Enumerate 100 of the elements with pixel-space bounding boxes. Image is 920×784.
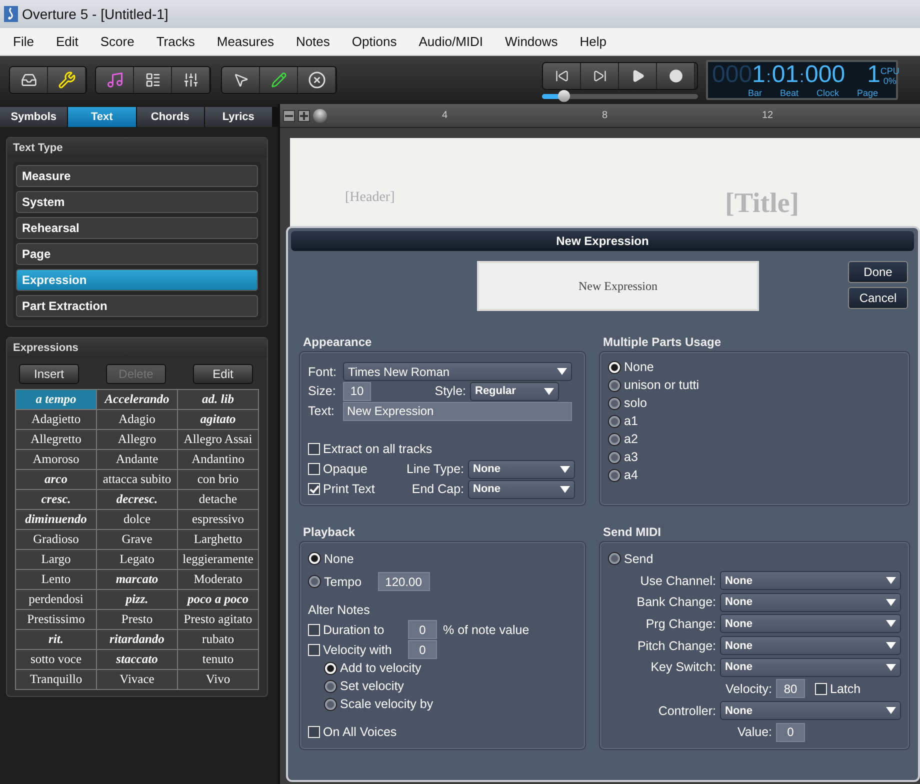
menu-item[interactable]: Tracks xyxy=(145,34,206,49)
checkbox-icon[interactable] xyxy=(308,483,320,495)
text-type-item[interactable]: Page xyxy=(16,243,258,265)
expression-cell[interactable]: Presto xyxy=(97,610,178,630)
menu-item[interactable]: Edit xyxy=(44,34,90,49)
expression-cell[interactable]: decresc. xyxy=(97,490,178,510)
radio-button[interactable]: Set velocity xyxy=(324,677,577,696)
tempo-field[interactable]: 120.00 xyxy=(378,572,430,592)
dropdown[interactable]: None xyxy=(468,480,575,498)
text-type-item[interactable]: Part Extraction xyxy=(16,295,258,317)
palette-tab[interactable]: Lyrics xyxy=(204,107,272,127)
forward-button[interactable] xyxy=(581,62,619,88)
radio-icon[interactable] xyxy=(608,552,621,566)
radio-icon[interactable] xyxy=(608,378,621,392)
radio-button[interactable]: Send xyxy=(608,550,654,568)
palette-tab[interactable]: Symbols xyxy=(0,107,68,127)
expression-cell[interactable]: a tempo xyxy=(16,390,97,410)
expression-cell[interactable]: perdendosi xyxy=(16,590,97,610)
panel-button[interactable]: Insert xyxy=(19,364,79,384)
dropdown[interactable]: None xyxy=(720,658,901,677)
expression-cell[interactable]: Vivo xyxy=(178,670,259,690)
expression-cell[interactable]: Larghetto xyxy=(178,530,259,550)
radio-icon[interactable] xyxy=(608,468,621,482)
mixer-button[interactable] xyxy=(172,67,210,93)
checkbox[interactable]: Extract on all tracks xyxy=(308,439,432,459)
menu-item[interactable]: Measures xyxy=(206,34,285,49)
number-field[interactable]: 0 xyxy=(776,722,805,742)
expression-cell[interactable]: Andantino xyxy=(178,450,259,470)
expression-cell[interactable]: cresc. xyxy=(16,490,97,510)
checkbox-icon[interactable] xyxy=(308,726,320,738)
menu-item[interactable]: Options xyxy=(340,34,408,49)
expression-cell[interactable]: detache xyxy=(178,490,259,510)
checkbox-icon[interactable] xyxy=(308,624,320,636)
checkbox-icon[interactable] xyxy=(308,644,320,656)
expression-cell[interactable]: sotto voce xyxy=(16,650,97,670)
radio-button[interactable]: Add to velocity xyxy=(324,660,577,678)
menu-item[interactable]: Score xyxy=(89,34,146,49)
pencil-tool-button[interactable] xyxy=(260,67,298,93)
checkbox-icon[interactable] xyxy=(815,682,827,695)
expression-cell[interactable]: Presto agitato xyxy=(178,610,259,630)
dropdown[interactable]: None xyxy=(720,701,901,720)
expression-cell[interactable]: poco a poco xyxy=(178,590,259,610)
expression-cell[interactable]: arco xyxy=(16,470,97,490)
expression-cell[interactable]: pizz. xyxy=(97,590,178,610)
expression-cell[interactable]: Accelerando xyxy=(97,390,178,410)
radio-icon[interactable] xyxy=(308,552,321,566)
expression-cell[interactable]: Lento xyxy=(16,570,97,590)
menu-item[interactable]: File xyxy=(2,34,45,49)
note-button[interactable] xyxy=(96,67,134,93)
checkbox-icon[interactable] xyxy=(308,463,320,475)
palette-tab[interactable]: Chords xyxy=(136,107,204,127)
expression-cell[interactable]: diminuendo xyxy=(16,510,97,530)
radio-button[interactable]: None xyxy=(608,358,901,376)
expression-cell[interactable]: Adagietto xyxy=(16,410,97,430)
dialog-button[interactable]: Done xyxy=(848,261,908,283)
text-field[interactable]: New Expression xyxy=(343,402,572,421)
expression-cell[interactable]: attacca subito xyxy=(97,470,178,490)
radio-icon[interactable] xyxy=(608,450,621,464)
radio-button[interactable]: a2 xyxy=(608,430,901,448)
checkbox-icon[interactable] xyxy=(308,443,320,455)
radio-button[interactable]: Scale velocity by xyxy=(324,695,577,714)
expression-cell[interactable]: con brio xyxy=(178,470,259,490)
record-button[interactable] xyxy=(657,62,695,88)
zoom-knob[interactable] xyxy=(313,108,327,122)
radio-button[interactable]: solo xyxy=(608,394,901,412)
checkbox[interactable]: Velocity with xyxy=(308,640,408,660)
checkbox[interactable]: Duration to xyxy=(308,620,408,640)
list-button[interactable] xyxy=(134,67,172,93)
menu-item[interactable]: Audio/MIDI xyxy=(408,34,494,49)
expression-cell[interactable]: Allegretto xyxy=(16,430,97,450)
menu-item[interactable]: Help xyxy=(568,34,618,49)
checkbox[interactable]: Opaque xyxy=(308,459,398,479)
radio-icon[interactable] xyxy=(324,698,337,711)
zoom-out-button[interactable] xyxy=(283,110,295,122)
text-type-item[interactable]: Measure xyxy=(16,165,258,187)
play-button[interactable] xyxy=(619,62,657,88)
expression-cell[interactable]: Grave xyxy=(97,530,178,550)
radio-icon[interactable] xyxy=(608,396,621,410)
checkbox[interactable]: On All Voices xyxy=(308,722,397,742)
expression-cell[interactable]: tenuto xyxy=(178,650,259,670)
expression-cell[interactable]: Amoroso xyxy=(16,450,97,470)
expression-cell[interactable]: Adagio xyxy=(97,410,178,430)
dropdown[interactable]: None xyxy=(720,592,901,612)
pointer-tool-button[interactable] xyxy=(222,67,260,93)
radio-button[interactable]: None xyxy=(308,550,354,568)
menu-item[interactable]: Windows xyxy=(494,34,569,49)
radio-icon[interactable] xyxy=(308,575,321,588)
palette-tab[interactable]: Text xyxy=(68,107,136,127)
tools-button[interactable] xyxy=(48,67,86,93)
expression-cell[interactable]: Prestissimo xyxy=(16,610,97,630)
size-field[interactable]: 10 xyxy=(343,382,371,401)
expression-cell[interactable]: Vivace xyxy=(97,670,178,690)
expression-cell[interactable]: Moderato xyxy=(178,570,259,590)
radio-button[interactable]: Tempo xyxy=(308,572,362,591)
radio-button[interactable]: a3 xyxy=(608,448,901,466)
radio-icon[interactable] xyxy=(608,360,621,374)
dropdown[interactable]: None xyxy=(720,614,901,634)
panel-button[interactable]: Edit xyxy=(193,364,253,384)
expression-cell[interactable]: dolce xyxy=(97,510,178,530)
expression-cell[interactable]: Gradioso xyxy=(16,530,97,550)
